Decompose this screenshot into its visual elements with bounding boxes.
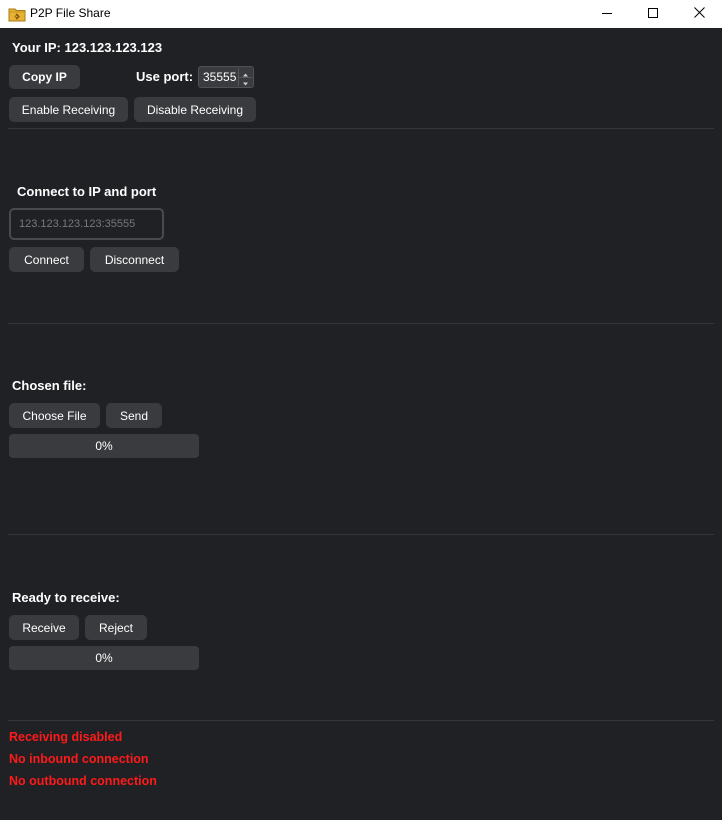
section-divider	[8, 128, 714, 129]
enable-receiving-button[interactable]: Enable Receiving	[9, 97, 128, 122]
outbound-status: No outbound connection	[9, 774, 157, 788]
reject-button[interactable]: Reject	[85, 615, 147, 640]
receive-button[interactable]: Receive	[9, 615, 79, 640]
close-icon	[693, 5, 705, 23]
minimize-icon	[602, 5, 612, 23]
section-divider	[8, 720, 714, 721]
send-button[interactable]: Send	[106, 403, 162, 428]
receive-progress-bar: 0%	[9, 646, 199, 670]
minimize-button[interactable]	[584, 0, 630, 28]
port-spinbox[interactable]: 35555	[198, 66, 254, 88]
chevron-down-icon	[243, 73, 248, 91]
your-ip-label: Your IP: 123.123.123.123	[12, 40, 163, 55]
disable-receiving-button[interactable]: Disable Receiving	[134, 97, 256, 122]
maximize-button[interactable]	[630, 0, 676, 28]
choose-file-button[interactable]: Choose File	[9, 403, 100, 428]
disconnect-button[interactable]: Disconnect	[90, 247, 179, 272]
window-title: P2P File Share	[30, 6, 111, 20]
send-progress-text: 0%	[95, 439, 113, 453]
port-value: 35555	[203, 70, 237, 84]
use-port-label: Use port:	[136, 69, 194, 84]
section-divider	[8, 323, 714, 324]
port-spin-buttons	[238, 68, 252, 86]
connect-heading: Connect to IP and port	[17, 184, 157, 199]
port-decrement-button[interactable]	[239, 77, 252, 86]
close-button[interactable]	[676, 0, 722, 28]
ready-to-receive-heading: Ready to receive:	[12, 590, 120, 605]
chosen-file-heading: Chosen file:	[12, 378, 87, 393]
connect-button[interactable]: Connect	[9, 247, 84, 272]
copy-ip-button[interactable]: Copy IP	[9, 65, 80, 89]
app-window: P2P File Share Your IP: 123.123.123.123 …	[0, 0, 722, 820]
folder-app-icon	[8, 5, 26, 23]
section-divider	[8, 534, 714, 535]
inbound-status: No inbound connection	[9, 752, 149, 766]
title-bar: P2P File Share	[0, 0, 722, 28]
ip-port-input[interactable]	[9, 208, 164, 240]
receive-progress-text: 0%	[95, 651, 113, 665]
receiving-status: Receiving disabled	[9, 730, 123, 744]
send-progress-bar: 0%	[9, 434, 199, 458]
maximize-icon	[648, 5, 658, 23]
